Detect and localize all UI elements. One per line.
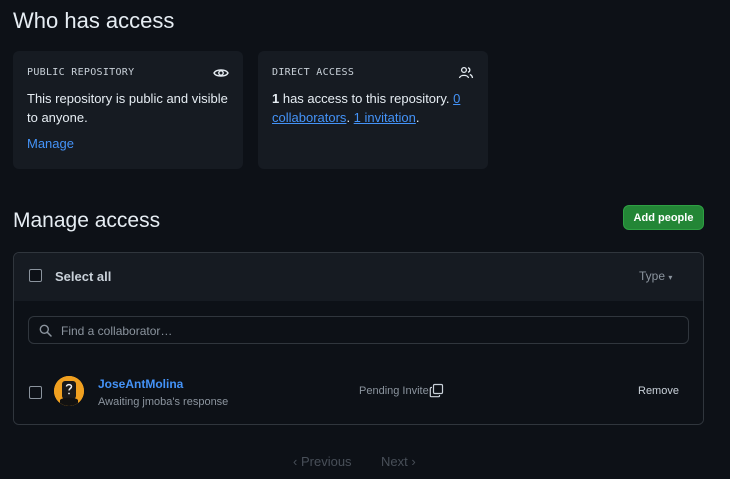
previous-page-button[interactable]: ‹ Previous <box>293 454 352 469</box>
pending-invite-label: Pending Invite <box>359 385 429 397</box>
collaborators-header: Select all Type ▾ <box>14 253 703 302</box>
public-repository-card: PUBLIC REPOSITORY This repository is pub… <box>13 51 243 169</box>
next-label: Next <box>381 454 408 469</box>
manage-access-heading: Manage access <box>13 209 161 232</box>
type-filter-dropdown[interactable]: Type ▾ <box>639 269 672 283</box>
direct-access-text: 1 has access to this repository. 0 colla… <box>272 89 476 127</box>
collaborator-status: Awaiting jmoba's response <box>98 396 229 408</box>
public-repository-text: This repository is public and visible to… <box>27 91 228 125</box>
previous-label: Previous <box>300 454 352 469</box>
copy-icon[interactable] <box>429 383 444 398</box>
select-all-checkbox[interactable] <box>29 269 42 282</box>
manage-link[interactable]: Manage <box>27 136 74 151</box>
page: Who has access PUBLIC REPOSITORY This re… <box>0 0 730 479</box>
search-input[interactable] <box>59 317 683 345</box>
card-title: DIRECT ACCESS <box>272 67 355 78</box>
collaborator-row: JoseAntMolina Awaiting jmoba's response … <box>14 360 703 424</box>
collaborator-name-link[interactable]: JoseAntMolina <box>98 377 183 391</box>
add-people-button[interactable]: Add people <box>623 205 704 230</box>
end-text: . <box>415 110 420 125</box>
chevron-left-icon: ‹ <box>293 454 298 469</box>
avatar-image <box>54 376 84 406</box>
search-field[interactable] <box>28 316 689 345</box>
caret-down-icon: ▾ <box>668 273 673 282</box>
row-checkbox[interactable] <box>29 386 42 399</box>
invitations-link[interactable]: 1 invitation <box>354 110 416 125</box>
avatar[interactable] <box>54 376 84 406</box>
people-icon <box>458 66 474 79</box>
chevron-right-icon: › <box>411 454 416 469</box>
remove-button[interactable]: Remove <box>638 385 679 397</box>
type-filter-label: Type <box>639 269 666 283</box>
next-page-button[interactable]: Next › <box>381 454 416 469</box>
search-icon <box>39 324 52 337</box>
eye-icon <box>213 69 229 77</box>
collaborators-box: Select all Type ▾ Find a collaborator… J… <box>13 252 704 425</box>
direct-access-card: DIRECT ACCESS 1 has access to this repos… <box>258 51 488 169</box>
card-title: PUBLIC REPOSITORY <box>27 67 135 78</box>
search-row <box>14 301 703 361</box>
select-all-label: Select all <box>55 269 112 284</box>
access-text: has access to this repository. <box>279 91 454 106</box>
who-has-access-heading: Who has access <box>13 8 175 33</box>
separator-text: . <box>346 110 354 125</box>
